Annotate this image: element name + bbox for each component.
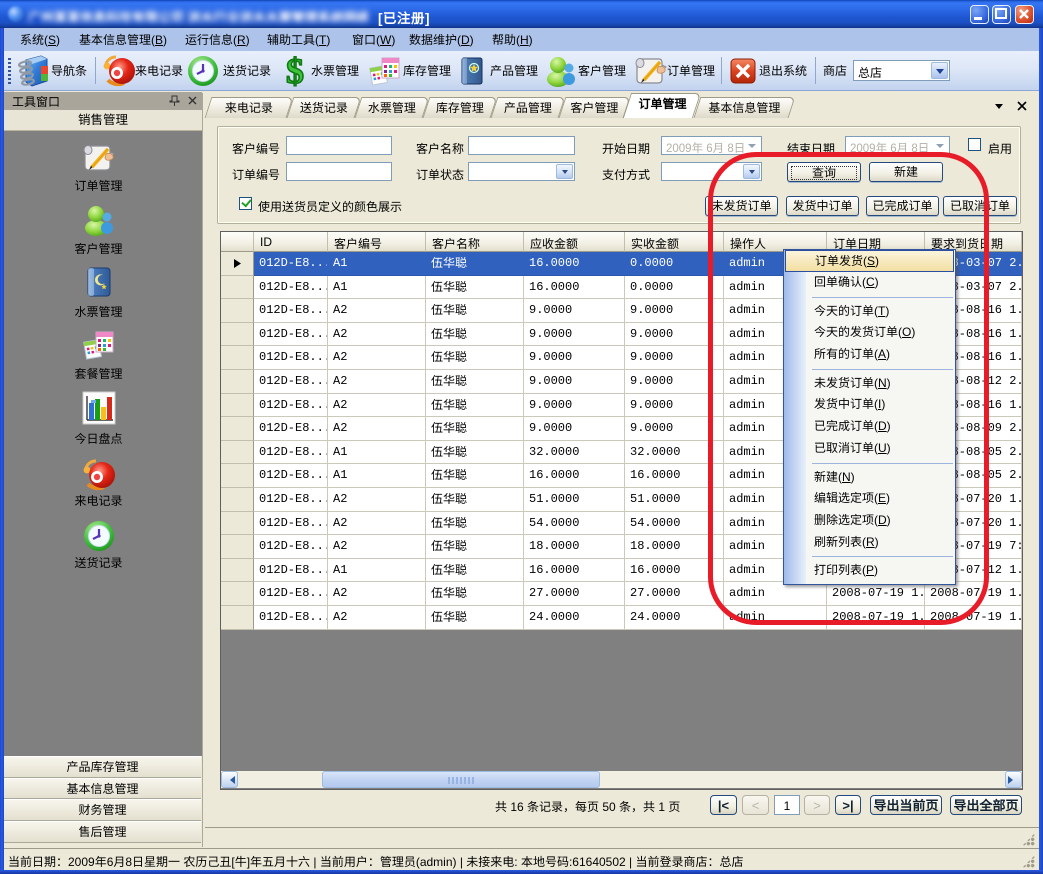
svg-text:$: $ <box>286 53 304 89</box>
